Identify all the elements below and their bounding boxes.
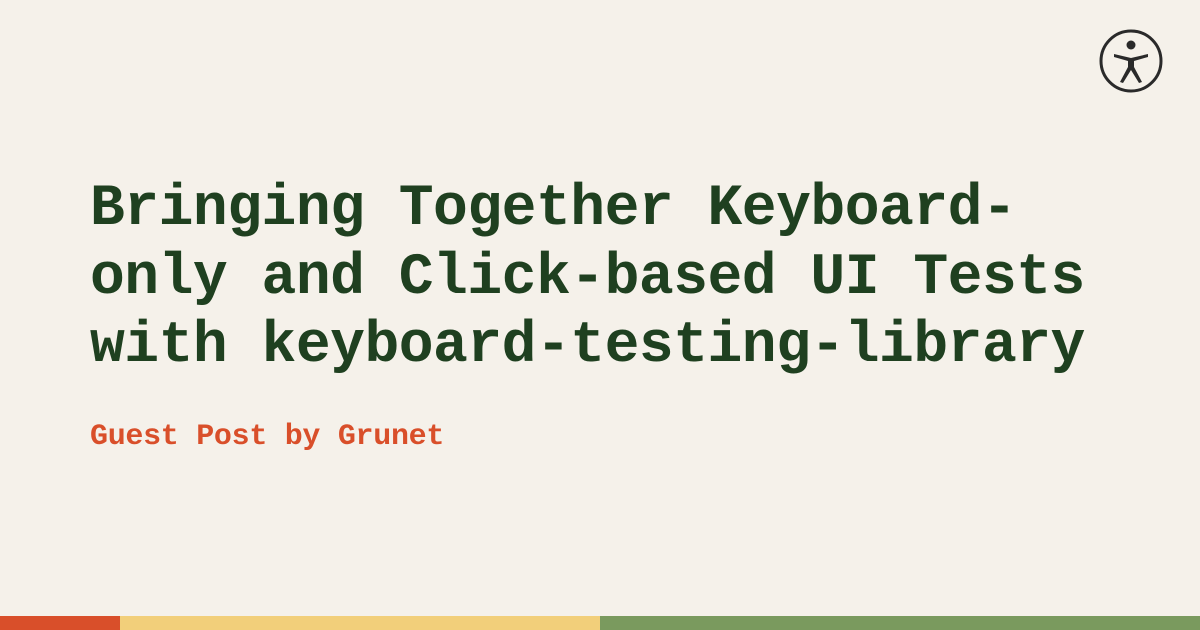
footer-stripes <box>0 616 1200 630</box>
footer-stripe-green <box>600 616 1200 630</box>
footer-stripe-orange <box>0 616 120 630</box>
page-subtitle: Guest Post by Grunet <box>90 420 1110 454</box>
footer-stripe-yellow <box>120 616 600 630</box>
accessibility-icon <box>1098 28 1164 94</box>
page-title: Bringing Together Keyboard-only and Clic… <box>90 176 1110 381</box>
content-container: Bringing Together Keyboard-only and Clic… <box>0 0 1200 630</box>
